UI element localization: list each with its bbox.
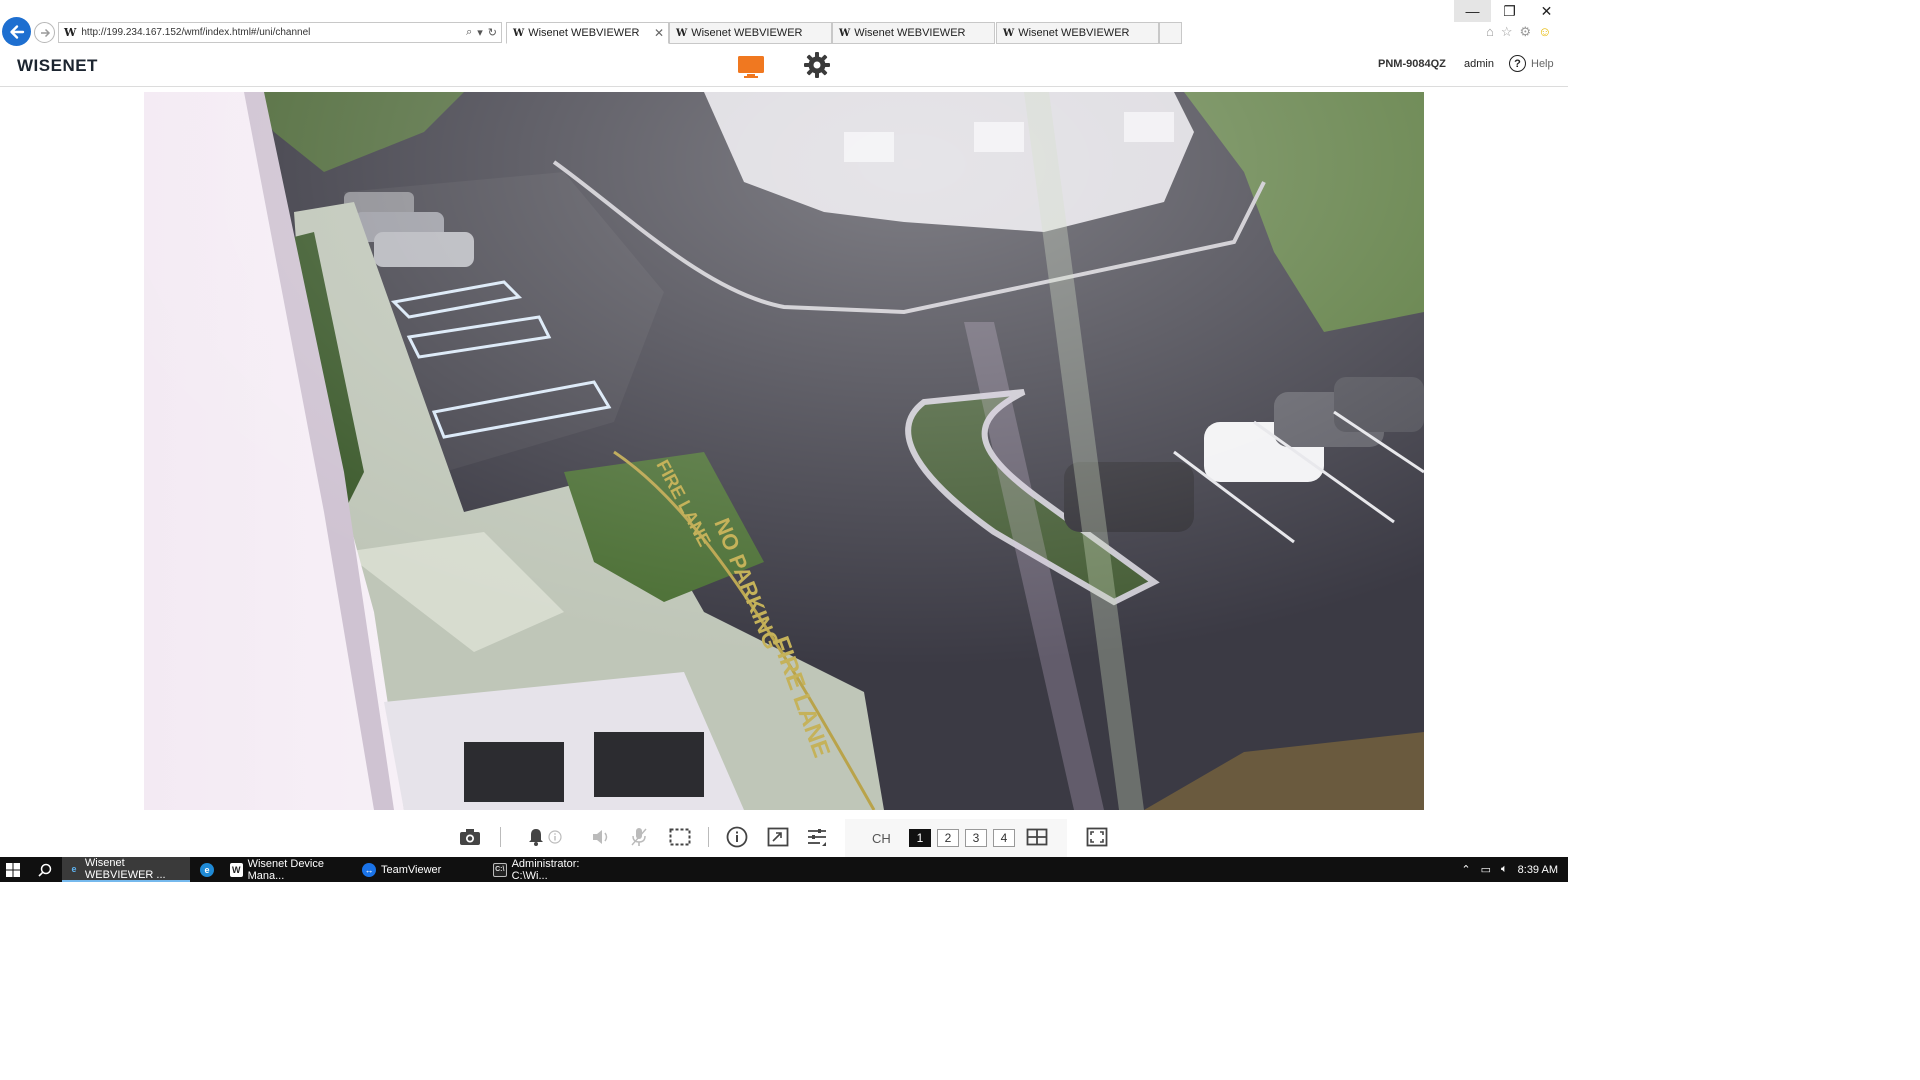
- arrow-right-icon: [40, 28, 50, 37]
- toolbar-divider: [708, 827, 709, 847]
- live-monitor-icon[interactable]: [737, 52, 765, 80]
- wisenet-favicon-icon: W: [64, 26, 77, 39]
- taskbar-item-label: Wisenet Device Mana...: [247, 857, 324, 882]
- wisenet-favicon-icon: W: [839, 27, 851, 39]
- alarm-info-icon[interactable]: [548, 826, 562, 848]
- camera-image: FIRE LANE NO PARKING FIRE LANE: [144, 92, 1424, 810]
- wisenet-favicon-icon: W: [1003, 27, 1015, 39]
- search-icon[interactable]: ⌕: [466, 26, 472, 39]
- favorites-star-icon[interactable]: ☆: [1501, 24, 1513, 40]
- windows-logo-icon: [6, 862, 20, 877]
- microphone-icon[interactable]: [628, 826, 650, 848]
- snapshot-camera-icon[interactable]: [459, 826, 481, 848]
- browser-tab-4[interactable]: W Wisenet WEBVIEWER: [996, 22, 1159, 44]
- region-select-icon[interactable]: [669, 826, 691, 848]
- taskbar-item-label: TeamViewer: [381, 863, 442, 876]
- tools-gear-icon[interactable]: ⚙: [1520, 24, 1532, 40]
- dropdown-icon[interactable]: ▾: [477, 26, 483, 39]
- edge-icon: e: [200, 862, 214, 877]
- taskbar-item-ie[interactable]: e Wisenet WEBVIEWER ...: [62, 857, 190, 882]
- taskbar-item-cmd[interactable]: C:\ Administrator: C:\Wi...: [487, 857, 615, 882]
- camera-model-label: PNM-9084QZ: [1378, 58, 1446, 70]
- network-icon[interactable]: ▭: [1481, 863, 1491, 876]
- fullscreen-icon[interactable]: [1086, 826, 1108, 848]
- show-hidden-icons-icon[interactable]: ⌃: [1461, 863, 1470, 876]
- new-tab-button[interactable]: [1159, 22, 1182, 44]
- close-window-button[interactable]: ✕: [1528, 0, 1565, 22]
- feedback-smiley-icon[interactable]: ☺: [1538, 24, 1551, 40]
- teamviewer-icon: ↔: [362, 862, 376, 877]
- image-adjust-icon[interactable]: [806, 826, 828, 848]
- aspect-ratio-icon[interactable]: [767, 826, 789, 848]
- forward-button[interactable]: [34, 22, 55, 43]
- search-button[interactable]: [32, 857, 60, 882]
- tab-label: Wisenet WEBVIEWER: [1018, 27, 1130, 39]
- close-tab-icon[interactable]: ✕: [654, 26, 664, 40]
- channel-label: CH: [872, 831, 891, 846]
- arrow-left-icon: [9, 24, 24, 39]
- help-icon[interactable]: ?: [1509, 55, 1526, 72]
- toolbar-divider: [500, 827, 501, 847]
- channel-3-button[interactable]: 3: [965, 829, 987, 847]
- search-icon: [38, 863, 52, 877]
- settings-gear-icon[interactable]: [803, 51, 831, 79]
- minimize-icon: —: [1465, 3, 1480, 19]
- refresh-icon[interactable]: ↻: [488, 26, 497, 39]
- close-icon: ✕: [1540, 2, 1553, 19]
- back-button[interactable]: [2, 17, 31, 46]
- info-icon[interactable]: [726, 826, 748, 848]
- restore-button[interactable]: ❐: [1491, 0, 1528, 22]
- cmd-icon: C:\: [493, 862, 507, 877]
- live-video-feed[interactable]: FIRE LANE NO PARKING FIRE LANE: [144, 92, 1424, 810]
- ie-icon: e: [71, 863, 77, 874]
- app-header: WISENET PNM-9084QZ admin ? Help: [0, 48, 1568, 87]
- tab-label: Wisenet WEBVIEWER: [528, 27, 640, 39]
- browser-tab-2[interactable]: W Wisenet WEBVIEWER: [669, 22, 832, 44]
- address-bar[interactable]: W http://199.234.167.152/wmf/index.html#…: [58, 22, 502, 43]
- wisenet-logo[interactable]: WISENET: [17, 56, 98, 76]
- user-name-label[interactable]: admin: [1464, 58, 1494, 70]
- channel-1-button[interactable]: 1: [909, 829, 931, 847]
- restore-icon: ❐: [1503, 2, 1516, 19]
- minimize-button[interactable]: —: [1454, 0, 1491, 22]
- system-tray: ⌃ ▭ 🔈︎ 8:39 AM: [1461, 857, 1558, 882]
- wisenet-icon: W: [230, 862, 243, 877]
- url-text: http://199.234.167.152/wmf/index.html#/u…: [81, 27, 311, 38]
- taskbar-item-edge[interactable]: e: [194, 857, 222, 882]
- help-link[interactable]: Help: [1531, 58, 1554, 70]
- browser-bar: W http://199.234.167.152/wmf/index.html#…: [0, 0, 1568, 48]
- channel-2-button[interactable]: 2: [937, 829, 959, 847]
- tab-label: Wisenet WEBVIEWER: [691, 27, 803, 39]
- wisenet-favicon-icon: W: [676, 27, 688, 39]
- taskbar-item-label: Administrator: C:\Wi...: [511, 857, 580, 882]
- tab-label: Wisenet WEBVIEWER: [854, 27, 966, 39]
- wisenet-favicon-icon: W: [513, 27, 525, 39]
- video-toolbar: CH 1 2 3 4: [0, 815, 1568, 857]
- quad-view-grid-icon[interactable]: [1026, 826, 1048, 848]
- home-icon[interactable]: ⌂: [1486, 24, 1494, 40]
- windows-taskbar: e Wisenet WEBVIEWER ... e W Wisenet Devi…: [0, 857, 1568, 882]
- channel-4-button[interactable]: 4: [993, 829, 1015, 847]
- browser-tab-3[interactable]: W Wisenet WEBVIEWER: [832, 22, 995, 44]
- taskbar-item-label: Wisenet WEBVIEWER ...: [84, 856, 166, 881]
- alarm-bell-icon[interactable]: [525, 826, 547, 848]
- taskbar-item-teamviewer[interactable]: ↔ TeamViewer: [356, 857, 484, 882]
- volume-icon[interactable]: 🔈︎: [1501, 863, 1508, 876]
- clock[interactable]: 8:39 AM: [1518, 864, 1558, 876]
- start-button[interactable]: [0, 857, 30, 882]
- speaker-icon[interactable]: [590, 826, 612, 848]
- taskbar-item-device-manager[interactable]: W Wisenet Device Mana...: [224, 857, 352, 882]
- browser-tab-1[interactable]: W Wisenet WEBVIEWER ✕: [506, 22, 669, 44]
